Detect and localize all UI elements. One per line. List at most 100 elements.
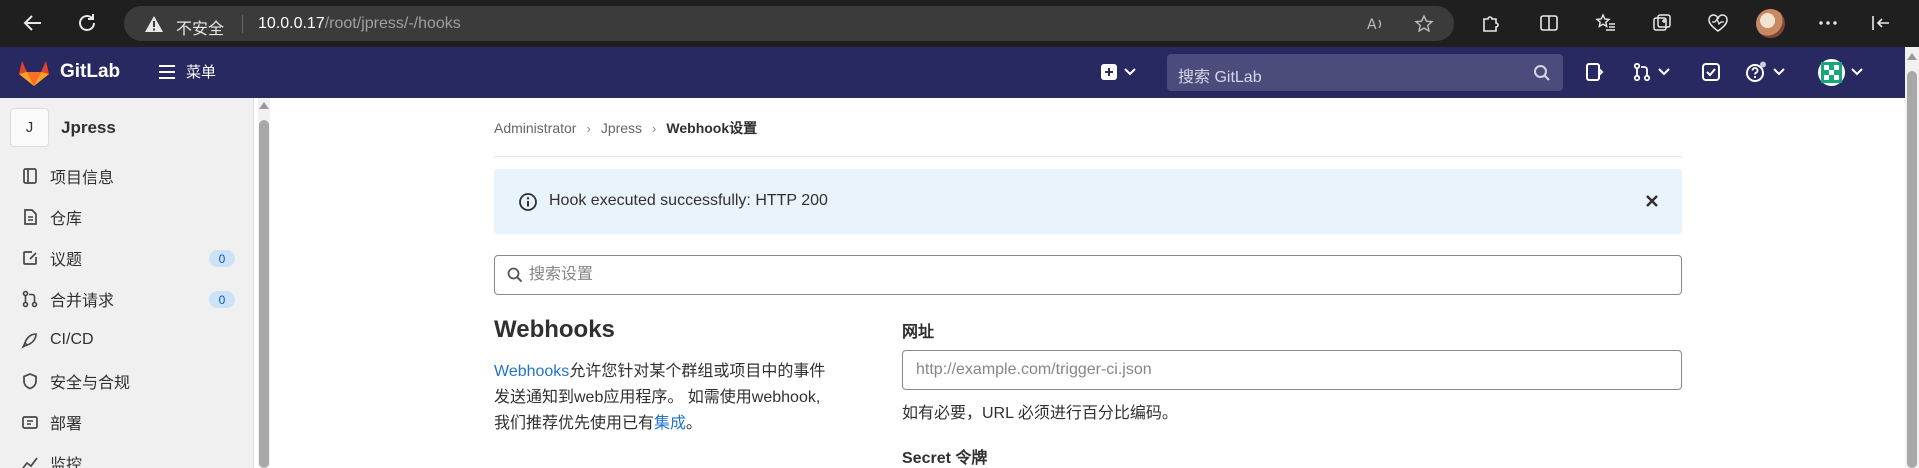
sidebar-item-repository[interactable]: 仓库 <box>20 202 235 232</box>
collections-icon <box>1653 14 1671 31</box>
sidebar-toggle-button[interactable] <box>1866 8 1896 38</box>
sidebar-item-ci-cd[interactable]: CI/CD <box>20 325 235 355</box>
breadcrumb-chevron-icon: › <box>586 120 591 136</box>
collapse-panel-icon <box>1872 16 1889 30</box>
project-info-icon <box>20 166 40 186</box>
shield-icon <box>20 371 40 391</box>
help-dropdown[interactable] <box>1745 58 1785 86</box>
sidebar-item-monitor[interactable]: 监控 <box>20 448 235 468</box>
webhooks-docs-link[interactable]: Webhooks <box>494 363 569 380</box>
address-url[interactable]: 10.0.0.17/root/jpress/-/hooks <box>258 15 461 33</box>
deployments-icon <box>20 412 40 432</box>
breadcrumb-chevron-icon: › <box>652 120 657 136</box>
browser-profile-avatar[interactable] <box>1756 9 1785 38</box>
address-bar[interactable]: 不安全 10.0.0.17/root/jpress/-/hooks A <box>124 6 1454 41</box>
url-field-help: 如有必要，URL 必须进行百分比编码。 <box>902 405 1178 422</box>
webhooks-desc-line1: 允许您针对某个群组或项目中的事件 <box>569 363 826 380</box>
scroll-up-arrow-icon[interactable] <box>1907 53 1917 60</box>
gitlab-logo-icon[interactable] <box>18 57 50 87</box>
breadcrumb-item-current[interactable]: Webhook设置 <box>666 118 757 138</box>
settings-search-box <box>494 255 1682 295</box>
url-path: /root/jpress/-/hooks <box>324 15 461 32</box>
breadcrumb: Administrator › Jpress › Webhook设置 <box>494 118 757 138</box>
todos-button[interactable] <box>1701 58 1721 86</box>
sidebar-item-label: 合并请求 <box>50 293 115 310</box>
chevron-down-icon <box>1658 68 1670 76</box>
main-menu-button[interactable]: 菜单 <box>158 61 216 82</box>
search-icon <box>507 267 523 283</box>
merge-requests-count-badge: 0 <box>209 291 235 308</box>
sidebar-item-issues[interactable]: 议题 0 <box>20 243 235 273</box>
url-host: 10.0.0.17 <box>258 15 325 32</box>
sidebar-item-security-compliance[interactable]: 安全与合规 <box>20 366 235 396</box>
merge-request-icon <box>1633 62 1651 82</box>
merge-request-icon <box>20 289 40 309</box>
project-avatar: J <box>10 108 49 147</box>
url-field[interactable] <box>902 350 1682 390</box>
puzzle-icon <box>1483 16 1499 32</box>
favorite-star-icon[interactable] <box>1414 14 1434 34</box>
favorites-button[interactable] <box>1591 8 1621 38</box>
webhooks-desc-line3: 我们推荐优先使用已有 <box>494 415 655 432</box>
sidebar-item-deployments[interactable]: 部署 <box>20 407 235 437</box>
extensions-button[interactable] <box>1476 8 1506 38</box>
breadcrumb-item-project[interactable]: Jpress <box>601 120 642 136</box>
project-name: Jpress <box>61 117 116 137</box>
close-icon[interactable] <box>1642 191 1662 211</box>
monitor-icon <box>20 453 40 468</box>
project-sidebar: J Jpress 项目信息 仓库 议题 0 合并请求 0 CI/CD 安全与合规… <box>0 98 254 468</box>
issues-icon <box>20 248 40 268</box>
gitlab-navbar: GitLab 菜单 搜索 GitLab <box>0 47 1919 98</box>
browser-essentials-button[interactable] <box>1703 8 1733 38</box>
chevron-down-icon <box>1851 68 1863 76</box>
new-item-dropdown[interactable] <box>1100 58 1136 86</box>
secret-token-label: Secret 令牌 <box>902 450 988 467</box>
info-circle-icon <box>519 193 537 211</box>
sidebar-item-merge-requests[interactable]: 合并请求 0 <box>20 284 235 314</box>
sidebar-scrollbar[interactable] <box>258 98 270 468</box>
code-suggestions-button[interactable] <box>1584 58 1604 86</box>
browser-menu-button[interactable] <box>1813 8 1843 38</box>
sidebar-item-label: 部署 <box>50 416 83 433</box>
webhooks-section-title: Webhooks <box>494 316 615 343</box>
menu-label: 菜单 <box>186 64 217 81</box>
hamburger-icon <box>159 64 175 79</box>
plus-square-icon <box>1101 64 1117 80</box>
sidebar-item-project-info[interactable]: 项目信息 <box>20 161 235 191</box>
integrations-link[interactable]: 集成 <box>654 415 686 432</box>
address-divider <box>242 15 243 33</box>
sidebar-item-label: CI/CD <box>50 331 94 348</box>
user-avatar <box>1818 58 1845 86</box>
search-icon <box>1534 65 1550 81</box>
svg-text:A: A <box>1367 17 1377 33</box>
split-screen-button[interactable] <box>1534 8 1564 38</box>
browser-toolbar: 不安全 10.0.0.17/root/jpress/-/hooks A <box>0 0 1919 47</box>
page-scrollbar-thumb[interactable] <box>1907 71 1917 468</box>
sidebar-scrollbar-thumb[interactable] <box>259 120 269 468</box>
settings-search-input[interactable] <box>529 264 1629 286</box>
user-menu-dropdown[interactable] <box>1818 58 1863 86</box>
gitlab-search-input[interactable]: 搜索 GitLab <box>1167 54 1563 91</box>
more-dots-icon <box>1819 21 1837 25</box>
webhooks-desc-end: 。 <box>686 415 703 432</box>
reload-button[interactable] <box>72 8 102 38</box>
warning-icon <box>145 16 163 32</box>
success-alert: Hook executed successfully: HTTP 200 <box>494 169 1682 234</box>
back-button[interactable] <box>18 8 48 38</box>
read-aloud-icon[interactable]: A <box>1366 14 1386 34</box>
issues-count-badge: 0 <box>209 250 235 267</box>
merge-requests-dropdown[interactable] <box>1632 58 1670 86</box>
split-screen-icon <box>1540 15 1558 31</box>
help-question-icon <box>1746 61 1766 82</box>
insecure-label: 不安全 <box>176 21 225 38</box>
sidebar-project-header[interactable]: J Jpress <box>10 108 116 147</box>
page-scrollbar[interactable] <box>1905 47 1919 468</box>
collections-button[interactable] <box>1647 8 1677 38</box>
back-arrow-icon <box>23 15 41 31</box>
sidebar-item-label: 监控 <box>50 457 83 468</box>
breadcrumb-divider <box>494 156 1682 157</box>
gitlab-brand[interactable]: GitLab <box>60 61 120 83</box>
scroll-up-arrow-icon[interactable] <box>259 102 269 109</box>
sidebar-item-label: 仓库 <box>50 211 83 228</box>
breadcrumb-item-administrator[interactable]: Administrator <box>494 120 576 136</box>
